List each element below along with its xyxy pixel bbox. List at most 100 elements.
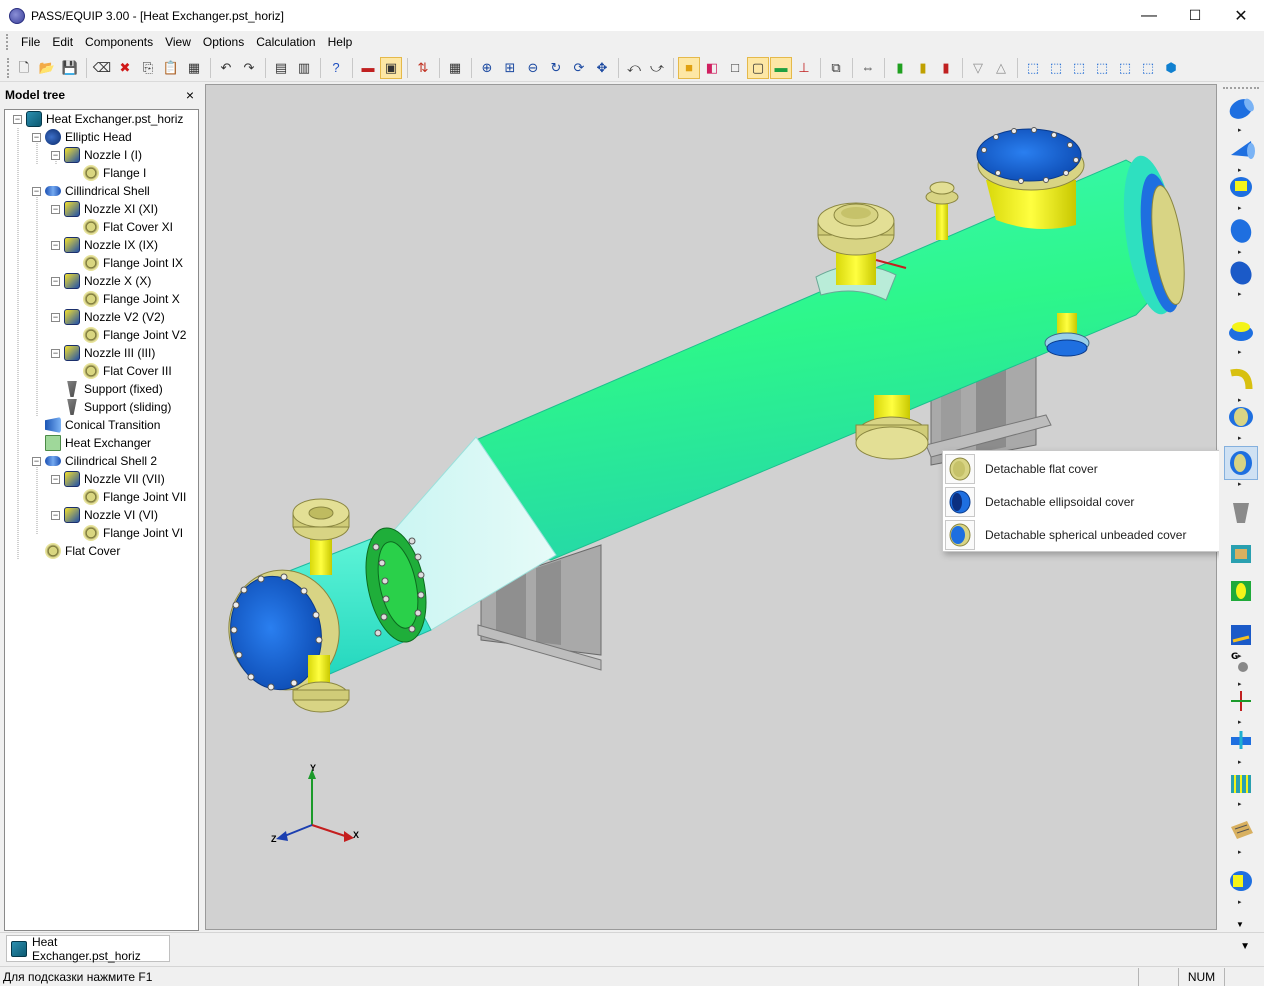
menu-options[interactable]: Options: [197, 31, 250, 53]
hidden-line-button[interactable]: ▢: [747, 56, 769, 79]
solid-view-button[interactable]: ■: [678, 56, 700, 79]
tree-item[interactable]: − Nozzle VI (VI): [51, 506, 158, 524]
table-button[interactable]: ▤: [270, 57, 292, 79]
iso-view-5-button[interactable]: ⬚: [1114, 57, 1136, 79]
flyout-item-spherical-cover[interactable]: Detachable spherical unbeaded cover: [943, 518, 1222, 551]
dropdown-arrow-icon[interactable]: ▸: [1238, 800, 1242, 808]
tree-item[interactable]: Flange Joint X: [70, 290, 180, 308]
bend-tool-button[interactable]: [1224, 362, 1258, 396]
iso-view-6-button[interactable]: ⬚: [1137, 57, 1159, 79]
tree-item[interactable]: − Heat Exchanger.pst_horiz: [13, 110, 183, 128]
properties-grid-button[interactable]: ▦: [183, 57, 205, 79]
tree-expander-icon[interactable]: −: [51, 150, 60, 160]
document-tab[interactable]: Heat Exchanger.pst_horiz: [6, 935, 170, 963]
tube-bundle-tool-button[interactable]: [1224, 766, 1258, 800]
signal-red-button[interactable]: ▮: [935, 57, 957, 79]
menu-file[interactable]: File: [15, 31, 46, 53]
menu-calculation[interactable]: Calculation: [250, 31, 321, 53]
rotate-axis-button[interactable]: ⟳: [568, 57, 590, 79]
undo-button[interactable]: ↶: [215, 57, 237, 79]
flyout-item-ellipsoidal-cover[interactable]: Detachable ellipsoidal cover: [943, 485, 1222, 518]
iso-view-4-button[interactable]: ⬚: [1091, 57, 1113, 79]
conical-shell-tool-button[interactable]: [1224, 132, 1258, 166]
view-front-button[interactable]: ▽: [967, 57, 989, 79]
iso-view-2-button[interactable]: ⬚: [1045, 57, 1067, 79]
menu-help[interactable]: Help: [322, 31, 359, 53]
paste-button[interactable]: 📋: [160, 57, 182, 79]
tree-item[interactable]: − Cilindrical Shell 2: [32, 452, 157, 470]
units-button[interactable]: ⇅: [412, 57, 434, 79]
iso-view-7-button[interactable]: ⬢: [1160, 57, 1182, 79]
dropdown-arrow-icon[interactable]: ▸: [1238, 848, 1242, 856]
tree-expander-icon[interactable]: −: [32, 186, 41, 196]
tree-item[interactable]: Flange Joint VI: [70, 524, 183, 542]
tree-expander-icon[interactable]: −: [51, 240, 60, 250]
lifting-lug-tool-button[interactable]: [1224, 574, 1258, 608]
axes-button[interactable]: ⊥: [793, 57, 815, 79]
tree-item[interactable]: Flange Joint IX: [70, 254, 183, 272]
menu-components[interactable]: Components: [79, 31, 159, 53]
saddle-tool-button[interactable]: [1224, 536, 1258, 570]
iso-view-1-button[interactable]: ⬚: [1022, 57, 1044, 79]
tree-item[interactable]: − Nozzle X (X): [51, 272, 151, 290]
section-button[interactable]: ⧉: [825, 57, 847, 79]
tree-item[interactable]: Heat Exchanger: [32, 434, 151, 452]
zoom-window-button[interactable]: ⊞: [499, 57, 521, 79]
help-button[interactable]: ?: [325, 57, 347, 79]
dimension-button[interactable]: ⇔: [857, 57, 879, 79]
report-button[interactable]: ▥: [293, 57, 315, 79]
tree-item[interactable]: − Nozzle V2 (V2): [51, 308, 165, 326]
pan-button[interactable]: ✥: [591, 57, 613, 79]
tree-item[interactable]: Support (sliding): [51, 398, 171, 416]
delete-button[interactable]: ✖: [114, 57, 136, 79]
minimize-button[interactable]: —: [1126, 0, 1172, 31]
flyout-item-flat-cover[interactable]: Detachable flat cover: [943, 452, 1222, 485]
cover-tool-button[interactable]: [1224, 446, 1258, 480]
view-back-button[interactable]: △: [990, 57, 1012, 79]
copy-button[interactable]: ⎘: [137, 57, 159, 79]
dropdown-arrow-icon[interactable]: ▸: [1238, 290, 1242, 298]
tree-item[interactable]: Support (fixed): [51, 380, 163, 398]
rotate-button[interactable]: ↻: [545, 57, 567, 79]
dropdown-arrow-icon[interactable]: ▸: [1238, 758, 1242, 766]
close-button[interactable]: ✕: [1218, 0, 1264, 31]
dropdown-arrow-icon[interactable]: ▸: [1238, 348, 1242, 356]
tree-item[interactable]: Flat Cover XI: [70, 218, 173, 236]
tree-expander-icon[interactable]: −: [51, 276, 60, 286]
tree-expander-icon[interactable]: −: [32, 132, 41, 142]
signal-yellow-button[interactable]: ▮: [912, 57, 934, 79]
menu-view[interactable]: View: [159, 31, 197, 53]
nozzle-tool-button[interactable]: [1224, 170, 1258, 204]
dropdown-arrow-icon[interactable]: ▸: [1238, 204, 1242, 212]
zoom-out-button[interactable]: ⊖: [522, 57, 544, 79]
new-file-button[interactable]: 🗋: [13, 57, 35, 79]
tree-expander-icon[interactable]: −: [51, 474, 60, 484]
toolbox-scroll-down-icon[interactable]: ▼: [1236, 920, 1244, 929]
tree-expander-icon[interactable]: −: [51, 348, 60, 358]
tree-item[interactable]: Flat Cover: [32, 542, 120, 560]
tree-item[interactable]: Flange I: [70, 164, 146, 182]
tree-expander-icon[interactable]: −: [13, 114, 22, 124]
tree-item[interactable]: − Nozzle VII (VII): [51, 470, 165, 488]
flange-joint-tool-button[interactable]: [1224, 400, 1258, 434]
tree-expander-icon[interactable]: −: [51, 510, 60, 520]
save-button[interactable]: 💾: [59, 57, 81, 79]
menu-edit[interactable]: Edit: [46, 31, 79, 53]
view-rotate-left-button[interactable]: ⤺: [623, 57, 645, 79]
tree-expander-icon[interactable]: −: [51, 312, 60, 322]
shade-button[interactable]: ▬: [770, 56, 792, 79]
tree-item[interactable]: − Nozzle I (I): [51, 146, 142, 164]
signal-green-button[interactable]: ▮: [889, 57, 911, 79]
tree-expander-icon[interactable]: −: [51, 204, 60, 214]
spherical-head-tool-button[interactable]: [1224, 256, 1258, 290]
dropdown-arrow-icon[interactable]: ▸: [1238, 434, 1242, 442]
tree-item[interactable]: Flat Cover III: [70, 362, 172, 380]
tree-item[interactable]: − Nozzle IX (IX): [51, 236, 158, 254]
dropdown-arrow-icon[interactable]: ▸: [1238, 248, 1242, 256]
tree-expander-icon[interactable]: −: [32, 456, 41, 466]
heat-exchanger-tool-button[interactable]: [1224, 814, 1258, 848]
support-tool-button[interactable]: [1224, 496, 1258, 530]
color-view-button[interactable]: ◧: [701, 57, 723, 79]
language-button[interactable]: ▣: [380, 56, 402, 79]
dropdown-arrow-icon[interactable]: ▸: [1238, 480, 1242, 488]
